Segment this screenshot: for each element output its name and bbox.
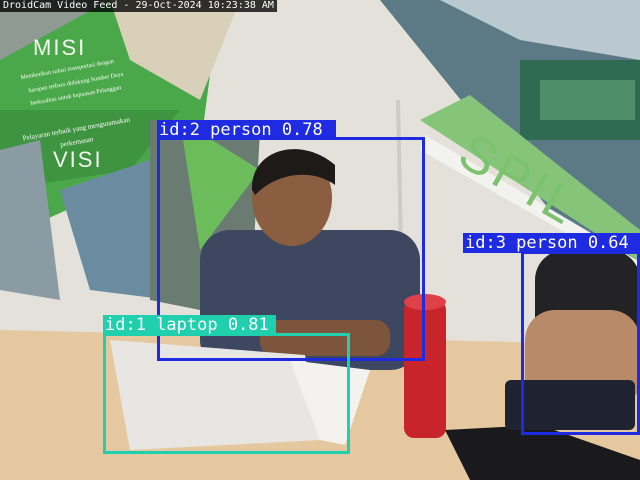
laptop-detection-label: id:1 laptop 0.81 [103,315,276,335]
person-detection-box [521,251,640,435]
poster-misi-heading: MISI [33,35,87,60]
cargo-containers [540,80,635,120]
poster-visi-heading: VISI [53,147,103,172]
feed-title-bar: DroidCam Video Feed - 29-Oct-2024 10:23:… [0,0,277,12]
video-feed-frame: MISI Memberikan solusi transportasi deng… [0,0,640,480]
person-detection-label: id:3 person 0.64 [463,233,640,253]
person-detection-label: id:2 person 0.78 [157,120,336,140]
laptop-detection-box [103,333,350,454]
